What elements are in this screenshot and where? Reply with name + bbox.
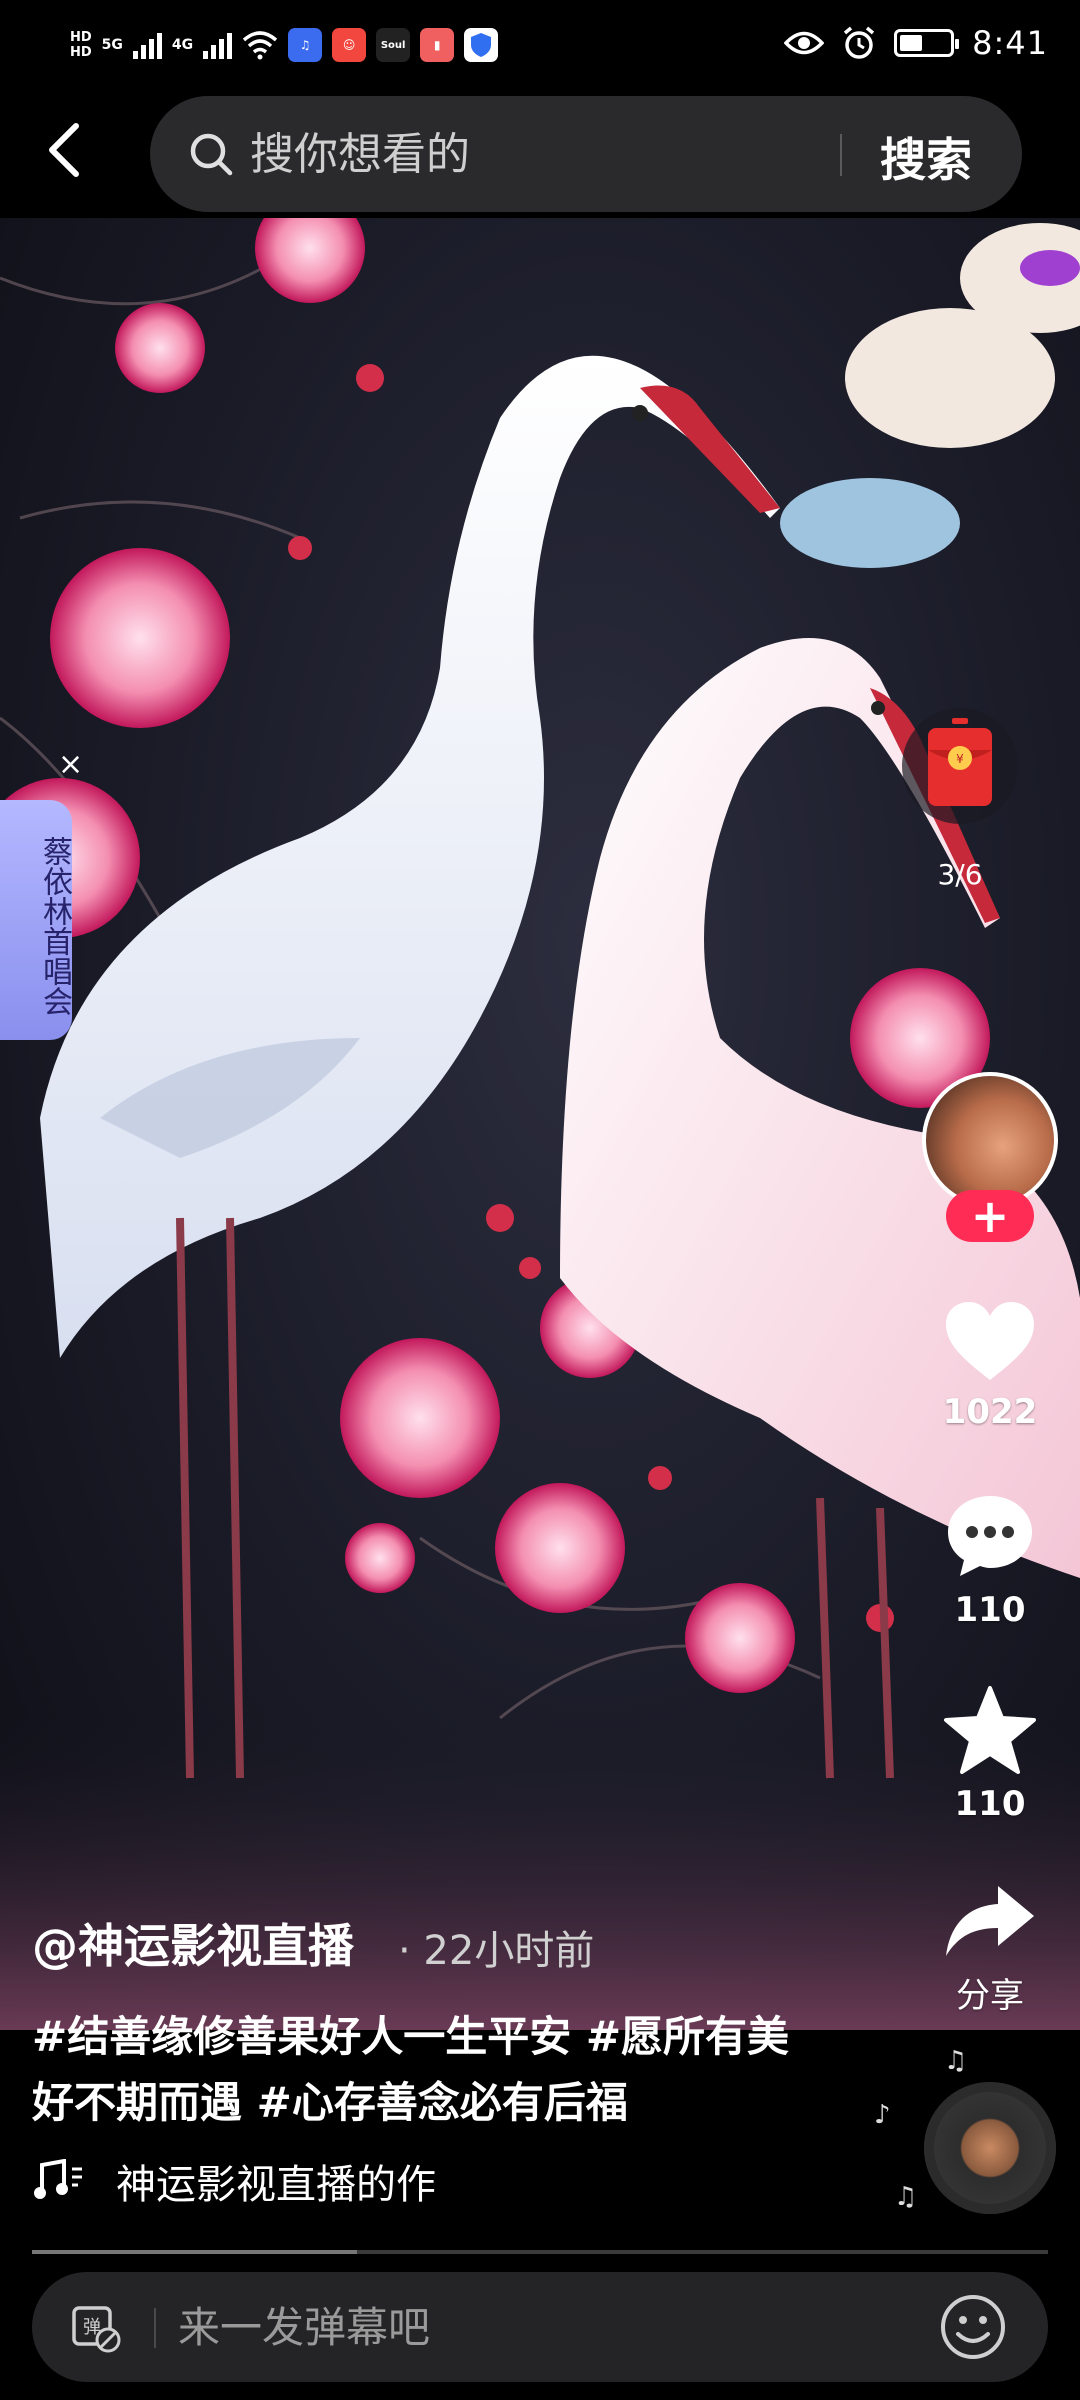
battery-level [900, 35, 922, 51]
chevron-left-icon [49, 123, 79, 177]
status-right: 8:41 [784, 24, 1048, 62]
search-input[interactable] [250, 128, 810, 180]
social-app-icon: ☺ [332, 28, 367, 62]
top-bar: 搜索 [0, 96, 1080, 218]
eye-icon [784, 31, 825, 55]
author-name[interactable]: @神运影视直播 [32, 1910, 354, 1976]
music-note-float-3: ♫ [894, 2182, 918, 2212]
book-app-icon: ▮ [420, 28, 455, 62]
heart-icon [946, 1302, 1034, 1380]
4g-label: 4G [171, 36, 194, 53]
follow-button[interactable]: + [946, 1190, 1034, 1242]
red-packet-count: 3/6 [937, 858, 983, 891]
comment-button[interactable]: 110 [920, 1490, 1060, 1630]
status-left: HD HD 5G 4G ♫ ☺ Soul ▮ [70, 28, 499, 62]
music-disc[interactable] [924, 2082, 1056, 2214]
music-note-float-2: ♪ [874, 2100, 891, 2130]
signal-icon-2 [203, 31, 233, 59]
post-caption[interactable]: #结善缘修善果好人一生平安 #愿所有美好不期而遇 #心存善念必有后福 [32, 2004, 792, 2136]
signal-icon [132, 31, 162, 59]
search-button[interactable]: 搜索 [880, 124, 972, 190]
video-player[interactable]: × 蔡依林首唱会 ¥ 3/6 + 1022 110 110 分享 [0, 218, 1080, 2030]
search-bar[interactable]: 搜索 [150, 96, 1022, 212]
video-progress-fill [32, 2250, 358, 2254]
status-bar: HD HD 5G 4G ♫ ☺ Soul ▮ 8:41 [0, 0, 1080, 96]
star-icon [944, 1686, 1036, 1774]
hd-label-1: HD [70, 30, 92, 45]
5g-label: 5G [101, 36, 123, 53]
share-arrow-icon [946, 1886, 1034, 1956]
comment-count: 110 [954, 1590, 1026, 1630]
danmaku-input[interactable] [178, 2296, 818, 2358]
hd-label-2: HD [70, 45, 92, 60]
emoji-icon[interactable] [938, 2292, 1008, 2362]
music-title: 神运影视直播的作 [116, 2162, 436, 2208]
like-button[interactable]: 1022 [920, 1298, 1060, 1432]
music-note-float-1: ♫ [944, 2046, 968, 2076]
comment-icon [948, 1496, 1032, 1576]
search-icon [190, 133, 233, 176]
music-info[interactable]: 神运影视直播的作 [32, 2152, 436, 2210]
danmaku-bar: 弹 [32, 2272, 1048, 2382]
hd-indicator: HD HD [70, 31, 92, 59]
music-app-icon: ♫ [288, 28, 323, 62]
like-count: 1022 [942, 1392, 1038, 1432]
clock: 8:41 [972, 24, 1048, 62]
video-frame-cranes [0, 218, 1080, 2030]
battery-icon [894, 29, 960, 57]
video-progress-bar[interactable] [32, 2250, 1048, 2254]
side-tag-close-button[interactable]: × [58, 750, 88, 780]
wifi-icon [242, 31, 278, 60]
favorite-button[interactable]: 110 [920, 1684, 1060, 1824]
danmaku-toggle-icon[interactable]: 弹 [68, 2300, 124, 2356]
alarm-icon [844, 26, 875, 59]
danmaku-separator [154, 2308, 156, 2348]
shield-app-icon [464, 28, 499, 62]
back-button[interactable] [32, 118, 96, 182]
svg-text:¥: ¥ [956, 752, 964, 766]
side-tag[interactable]: 蔡依林首唱会 [0, 800, 72, 1040]
author-avatar[interactable] [922, 1072, 1058, 1208]
soul-app-icon: Soul [376, 28, 411, 62]
search-divider [840, 134, 842, 176]
post-time: · 22小时前 [398, 1928, 595, 1974]
share-button[interactable]: 分享 [920, 1880, 1060, 2017]
music-note-icon [34, 2159, 82, 2199]
red-packet-button[interactable]: ¥ [900, 706, 1020, 826]
favorite-count: 110 [954, 1784, 1026, 1824]
red-packet-icon: ¥ [902, 708, 1018, 824]
share-label: 分享 [956, 1976, 1024, 2016]
